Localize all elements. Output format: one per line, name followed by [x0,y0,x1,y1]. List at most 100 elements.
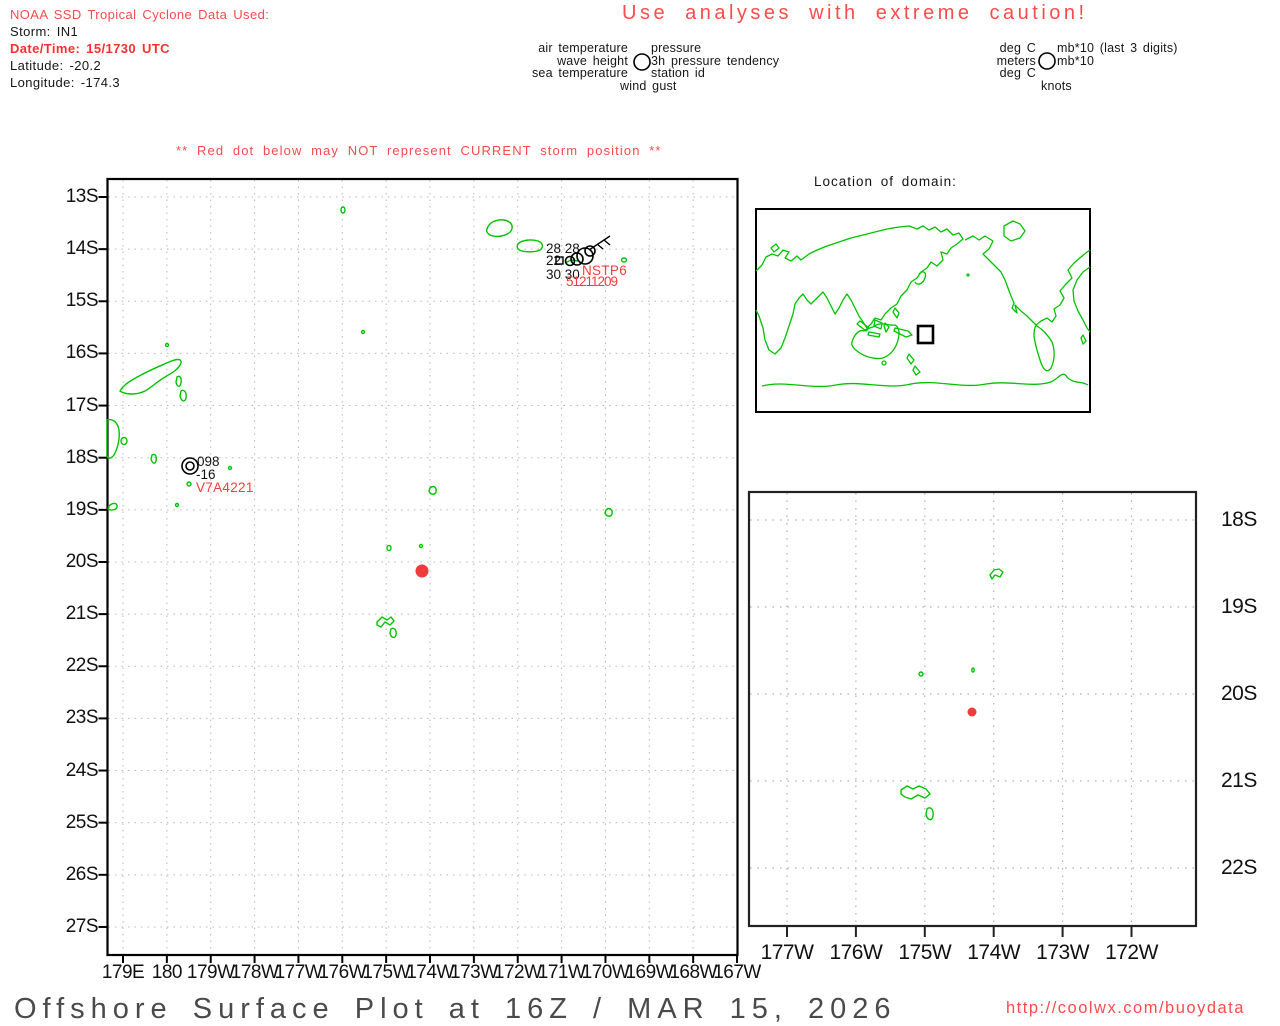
detail-x-axis-label: 172W [1099,941,1165,965]
island-tongatapu [377,617,394,627]
cluster-wave-height: 22 [546,253,561,268]
wind-barb-feather [597,244,603,249]
island-vanua-levu [120,360,181,395]
station-circle-inner [186,462,194,470]
island-sliver [151,454,156,463]
tick-mark [1196,0,1207,694]
coast-greenland [1004,221,1025,241]
island-eua [390,628,396,637]
island-kadavu [108,503,117,510]
coast-java [868,332,880,337]
island-savaii [487,220,513,237]
source-url[interactable]: http://coolwx.com/buoydata [1006,999,1245,1018]
main-y-axis-label: 15S [52,290,98,312]
island-taveuni-b [180,390,186,401]
header-datetime: Date/Time: 15/1730 UTC [10,40,170,57]
main-y-axis-label: 19S [52,499,98,521]
tick-mark [1196,0,1207,520]
detail-x-axis-label: 173W [1030,941,1096,965]
plot-title: Offshore Surface Plot at 16Z / MAR 15, 2… [14,993,897,1026]
detail-map-grid [750,0,1207,937]
islet-dot [420,545,423,548]
legend-sea-temperature: sea temperature [455,67,628,80]
islet-dot [166,344,169,347]
island-taveuni-a [176,376,181,386]
islet-dot [919,672,923,676]
inset-map-frame [756,209,1090,412]
coast-new-zealand-north [907,354,914,364]
islet-dot [622,258,627,262]
main-x-axis-label: 167W [711,962,763,984]
legend-station-id: station id [651,67,705,80]
main-y-axis-label: 26S [52,864,98,886]
storm-position-dot-detail [968,708,977,717]
world-coastlines [756,221,1090,386]
main-y-axis-label: 27S [52,916,98,938]
main-y-axis-label: 20S [52,551,98,573]
detail-x-axis-label: 177W [754,941,820,965]
detail-y-axis-label: 21S [1221,769,1257,793]
tick-mark [1196,0,1207,781]
tick-mark [1196,0,1207,607]
main-y-axis-label: 13S [52,186,98,208]
main-y-axis-label: 25S [52,812,98,834]
coast-antarctica [762,374,1088,386]
cluster-station-id-2: 51211209 [566,274,617,289]
legend-unit-mb10: mb*10 [1057,55,1094,68]
islet-dot [387,546,391,551]
coast-hawaii-dot [967,274,969,276]
legend-unit-knots: knots [1041,80,1072,93]
island-ring [121,438,127,445]
islet-dot [229,467,232,470]
legend-units-circle-icon [1037,51,1057,71]
header-latitude: Latitude: -20.2 [10,57,101,74]
coast-britain [771,244,779,252]
main-y-axis-label: 16S [52,342,98,364]
legend-unit-degc-sea: deg C [940,67,1036,80]
island-viti-levu [107,420,119,459]
caution-title: Use analyses with extreme caution! [622,2,1088,25]
legend-unit-mb10-last3: mb*10 (last 3 digits) [1057,42,1178,55]
islet-dot [972,668,974,672]
domain-location-box [918,326,933,343]
coast-south-america [1034,326,1054,371]
main-y-axis-label: 14S [52,238,98,260]
island-niue [605,509,612,517]
main-y-axis-label: 24S [52,760,98,782]
detail-y-axis-label: 20S [1221,682,1257,706]
detail-x-axis-label: 176W [823,941,889,965]
coast-philippines [893,308,899,318]
detail-y-axis-label: 19S [1221,595,1257,619]
header-storm: Storm: IN1 [10,23,78,40]
legend-pressure: pressure [651,42,701,55]
main-y-axis-label: 22S [52,655,98,677]
tick-mark [1196,0,1207,868]
station-v7a4221-id: V7A4221 [196,480,254,495]
header-longitude: Longitude: -174.3 [10,74,120,91]
island-vavau [990,569,1003,579]
storm-position-dot-main [416,565,429,578]
island-late [429,487,436,495]
legend-station-circle-icon [632,52,652,72]
wind-barb-feather [604,240,610,245]
legend-air-temperature: air temperature [455,42,628,55]
islet-dot [187,482,191,486]
inset-map-title: Location of domain: [814,174,957,189]
main-y-axis-label: 21S [52,603,98,625]
coast-australia [852,324,899,359]
coast-madagascar [1081,335,1086,344]
island-eua-detail [926,808,933,820]
island-upolu [517,240,542,252]
coast-north-america [965,236,1090,325]
coast-new-guinea [894,328,912,337]
coast-tasmania [882,361,886,365]
detail-x-axis-label: 174W [961,941,1027,965]
main-y-axis-label: 17S [52,395,98,417]
islet-dot [341,207,345,213]
detail-y-axis-label: 22S [1221,856,1257,880]
islet-dot [176,504,179,507]
legend-wind-gust: wind gust [620,80,677,93]
coast-new-zealand-south [913,366,920,375]
main-y-axis-label: 18S [52,447,98,469]
coast-africa-right [1073,267,1090,332]
